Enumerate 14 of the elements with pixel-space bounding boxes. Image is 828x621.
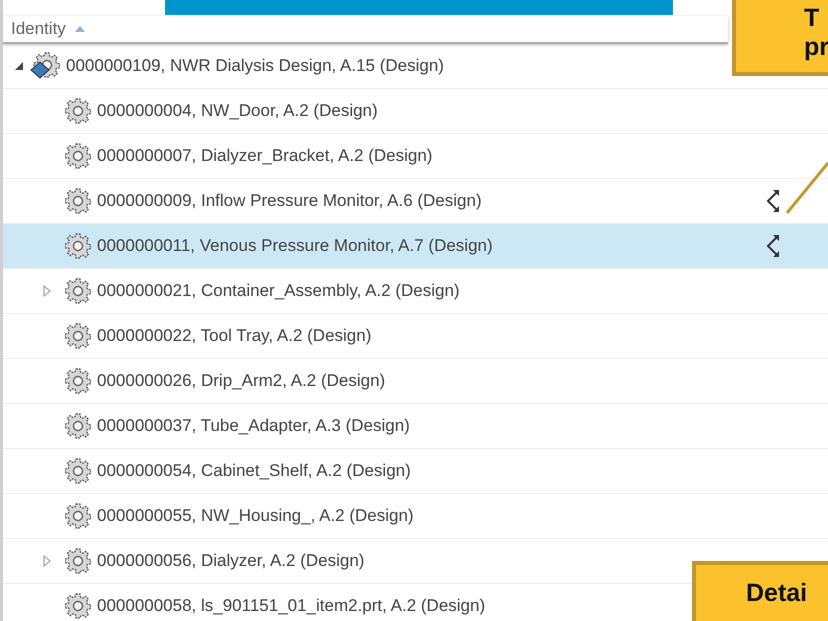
tree-item-label: 0000000026, Drip_Arm2, A.2 (Design) <box>97 371 386 391</box>
tree-item-label: 0000000021, Container_Assembly, A.2 (Design) <box>97 281 460 301</box>
tree-item-label: 0000000037, Tube_Adapter, A.3 (Design) <box>97 416 410 436</box>
tree-item-label: 0000000056, Dialyzer, A.2 (Design) <box>97 551 364 571</box>
tree-item-label: 0000000058, ls_901151_01_item2.prt, A.2 (Design) <box>97 596 486 616</box>
tree-item-label: 0000000011, Venous Pressure Monitor, A.7 (Design) <box>97 236 493 256</box>
tree-item-label: 0000000007, Dialyzer_Bracket, A.2 (Design) <box>97 146 432 166</box>
tree-item-label: 0000000055, NW_Housing_, A.2 (Design) <box>97 506 414 526</box>
tree-item-label: 0000000009, Inflow Pressure Monitor, A.6 (Design) <box>97 191 482 211</box>
tree-item-label: 0000000109, NWR Dialysis Design, A.15 (Design) <box>66 56 444 76</box>
tree-item-label: 0000000022, Tool Tray, A.2 (Design) <box>97 326 372 346</box>
tree-item-label: 0000000054, Cabinet_Shelf, A.2 (Design) <box>97 461 411 481</box>
tree-item-label: 0000000004, NW_Door, A.2 (Design) <box>97 101 378 121</box>
callout-text: T <box>804 4 820 33</box>
